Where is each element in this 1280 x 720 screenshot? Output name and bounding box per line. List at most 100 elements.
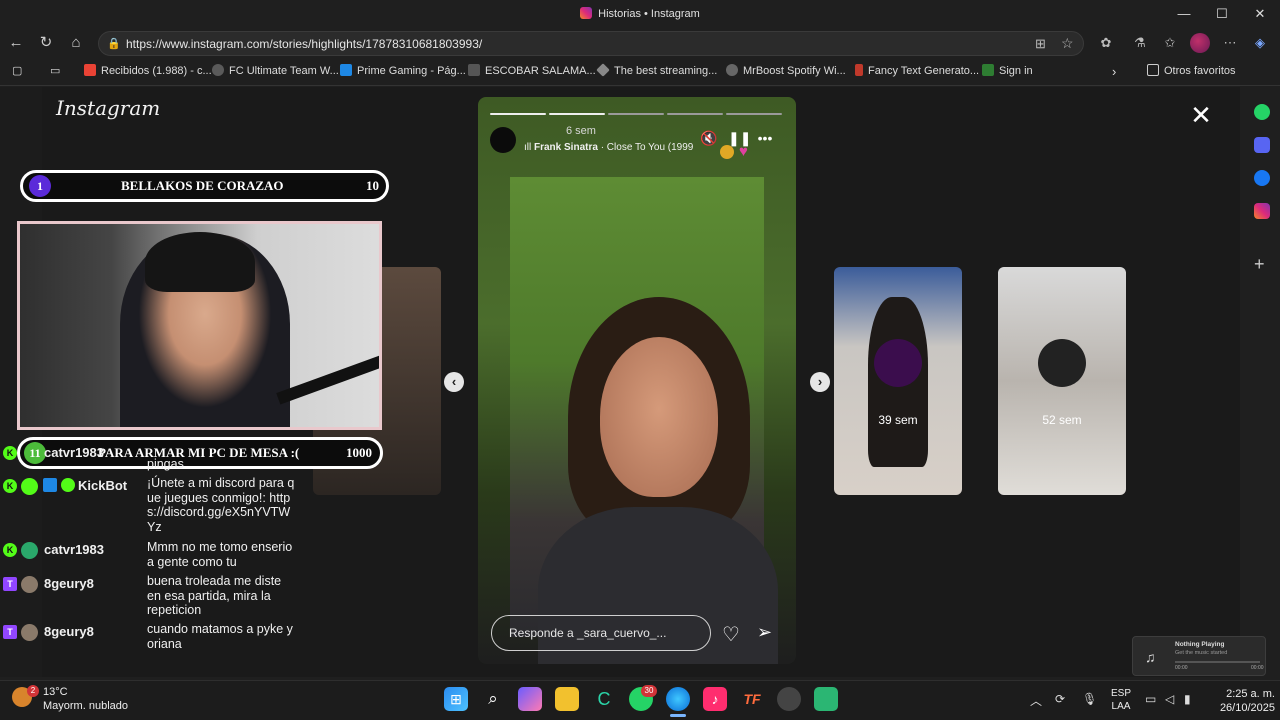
window-title: Historias • Instagram xyxy=(0,7,1280,20)
whatsapp-badge: 30 xyxy=(641,685,657,697)
instagram-logo[interactable]: Instagram xyxy=(56,96,160,120)
favorite-star-icon[interactable]: ☆ xyxy=(1061,35,1074,52)
mute-icon[interactable]: 🔇 xyxy=(700,130,718,147)
instagram-sidebar-icon[interactable] xyxy=(1254,203,1270,219)
maximize-button[interactable]: ☐ xyxy=(1207,4,1237,24)
fancy-text-icon xyxy=(855,64,863,76)
chat-text: Mmm no me tomo enserio a gente como tu xyxy=(147,540,293,569)
language-indicator[interactable]: ESP LAA xyxy=(1111,687,1131,713)
kick-badge-icon: K xyxy=(3,543,17,557)
address-bar[interactable]: 🔒 https://www.instagram.com/stories/high… xyxy=(98,31,1084,56)
bookmark-8[interactable]: Sign in xyxy=(982,64,1033,77)
story-more-icon[interactable]: ••• xyxy=(756,130,774,146)
weather-description[interactable]: Mayorm. nublado xyxy=(43,700,128,712)
app-tf-icon[interactable]: TF xyxy=(740,687,764,711)
diamond-icon xyxy=(596,63,610,77)
file-explorer-icon[interactable] xyxy=(555,687,579,711)
bookmark-3[interactable]: Prime Gaming - Pág... xyxy=(340,64,466,77)
chat-app-icon[interactable] xyxy=(814,687,838,711)
story-progress-segment xyxy=(608,113,664,115)
search-icon[interactable]: ⌕ xyxy=(481,687,505,711)
copilot-taskbar-icon[interactable] xyxy=(518,687,542,711)
url-text[interactable]: https://www.instagram.com/stories/highli… xyxy=(126,37,482,51)
app-c-icon[interactable]: C xyxy=(592,687,616,711)
story-frame[interactable]: 6 sem ıll Frank Sinatra · Close To You (… xyxy=(478,97,796,664)
edge-taskbar-icon[interactable] xyxy=(666,687,690,711)
discord-sidebar-icon[interactable] xyxy=(1254,137,1270,153)
page-icon xyxy=(468,64,480,76)
network-icon[interactable]: ▭ xyxy=(1145,692,1156,706)
app-available-icon[interactable]: ⊞ xyxy=(1035,36,1046,52)
kick-badge-icon: K xyxy=(3,446,17,460)
extensions-icon[interactable]: ✿ xyxy=(1096,34,1116,52)
browser-essentials-icon[interactable]: ⚗ xyxy=(1130,34,1150,52)
goal-title: BELLAKOS DE CORAZAO xyxy=(121,178,284,193)
bookmark-1[interactable]: Recibidos (1.988) - c... xyxy=(84,64,212,77)
more-options-icon[interactable]: ⋯ xyxy=(1220,34,1240,52)
media-player-widget[interactable]: ♫ Nothing Playing Get the music started … xyxy=(1132,636,1266,676)
reply-input[interactable]: Responde a _sara_cuervo_... xyxy=(491,615,711,651)
profile-avatar[interactable] xyxy=(1190,33,1210,53)
copilot-icon[interactable]: ◈ xyxy=(1250,34,1270,52)
chat-message: K catvr1983 pingas xyxy=(0,444,300,474)
heart-sticker-icon: ♥ xyxy=(739,143,748,160)
chat-username: 8geury8 xyxy=(44,576,94,591)
story-author-avatar[interactable] xyxy=(490,127,516,153)
bookmarks-bar: ▢ ▭ Recibidos (1.988) - c... FC Ultimate… xyxy=(0,58,1280,86)
minimize-button[interactable]: — xyxy=(1169,4,1199,24)
battery-icon[interactable]: ▮ xyxy=(1184,692,1191,706)
system-clock[interactable]: 2:25 a. m. 26/10/2025 xyxy=(1197,687,1275,715)
back-icon[interactable]: ← xyxy=(6,34,26,52)
bookmark-5[interactable]: The best streaming... xyxy=(596,63,717,77)
other-favorites[interactable]: Otros favoritos xyxy=(1147,64,1236,77)
chat-username: KickBot xyxy=(78,478,128,493)
like-heart-icon[interactable]: ♡ xyxy=(722,622,740,647)
share-send-icon[interactable]: ➢ xyxy=(757,622,772,643)
bookmark-6[interactable]: MrBoost Spotify Wi... xyxy=(726,64,846,77)
globe-icon xyxy=(212,64,224,76)
sync-icon[interactable]: ⟳ xyxy=(1055,692,1065,706)
active-app-indicator xyxy=(670,714,686,717)
story-progress-segment xyxy=(667,113,723,115)
bot-avatar-icon xyxy=(21,478,38,495)
sun-sticker-icon xyxy=(720,145,734,159)
chat-message: K catvr1983 Mmm no me tomo enserio a gen… xyxy=(0,540,300,572)
tray-overflow-icon[interactable]: ︿ xyxy=(1030,692,1042,709)
tab-actions-icon[interactable]: ▭ xyxy=(50,64,60,77)
site-info-icon[interactable]: 🔒 xyxy=(107,37,121,50)
twitch-badge-icon: T xyxy=(3,577,17,591)
instagram-favicon-icon xyxy=(580,7,593,19)
bookmark-7[interactable]: Fancy Text Generato... xyxy=(855,64,979,77)
sidebar-toggle-icon[interactable]: ▢ xyxy=(12,64,22,77)
tiktok-icon[interactable]: ♪ xyxy=(703,687,727,711)
goal-target: 1000 xyxy=(346,445,372,460)
chat-username: 8geury8 xyxy=(44,624,94,639)
next-story-thumbnail-1[interactable]: 39 sem xyxy=(834,267,962,495)
favorites-icon[interactable]: ✩ xyxy=(1160,34,1180,52)
chrome-like-icon[interactable] xyxy=(777,687,801,711)
story-music[interactable]: ıll Frank Sinatra · Close To You (1999 xyxy=(524,142,693,153)
home-icon[interactable]: ⌂ xyxy=(66,34,86,52)
facebook-sidebar-icon[interactable] xyxy=(1254,170,1270,186)
folder-icon xyxy=(1147,64,1159,76)
next-story-arrow-icon[interactable]: › xyxy=(810,372,830,392)
bookmarks-overflow-icon[interactable]: › xyxy=(1112,64,1116,79)
next-story-thumbnail-2[interactable]: 52 sem xyxy=(998,267,1126,495)
start-menu-icon[interactable]: ⊞ xyxy=(444,687,468,711)
add-sidebar-app-icon[interactable]: + xyxy=(1254,254,1265,275)
media-progress-bar[interactable] xyxy=(1175,661,1260,663)
whatsapp-sidebar-icon[interactable] xyxy=(1254,104,1270,120)
previous-story-arrow-icon[interactable]: ‹ xyxy=(444,372,464,392)
weather-temperature[interactable]: 13°C xyxy=(43,686,68,698)
volume-icon[interactable]: ◁ xyxy=(1165,692,1174,706)
music-note-icon: ♫ xyxy=(1145,649,1156,665)
bookmark-2[interactable]: FC Ultimate Team W... xyxy=(212,64,339,77)
close-story-icon[interactable]: ✕ xyxy=(1188,102,1214,128)
story-progress-segment xyxy=(549,113,605,115)
story-timestamp: 6 sem xyxy=(566,125,596,137)
refresh-icon[interactable]: ↻ xyxy=(36,34,56,52)
microphone-icon[interactable]: 🎙 xyxy=(1082,692,1097,706)
bookmark-4[interactable]: ESCOBAR SALAMA... xyxy=(468,64,596,77)
close-window-button[interactable]: ✕ xyxy=(1245,4,1275,24)
chat-text: pingas xyxy=(147,457,184,471)
